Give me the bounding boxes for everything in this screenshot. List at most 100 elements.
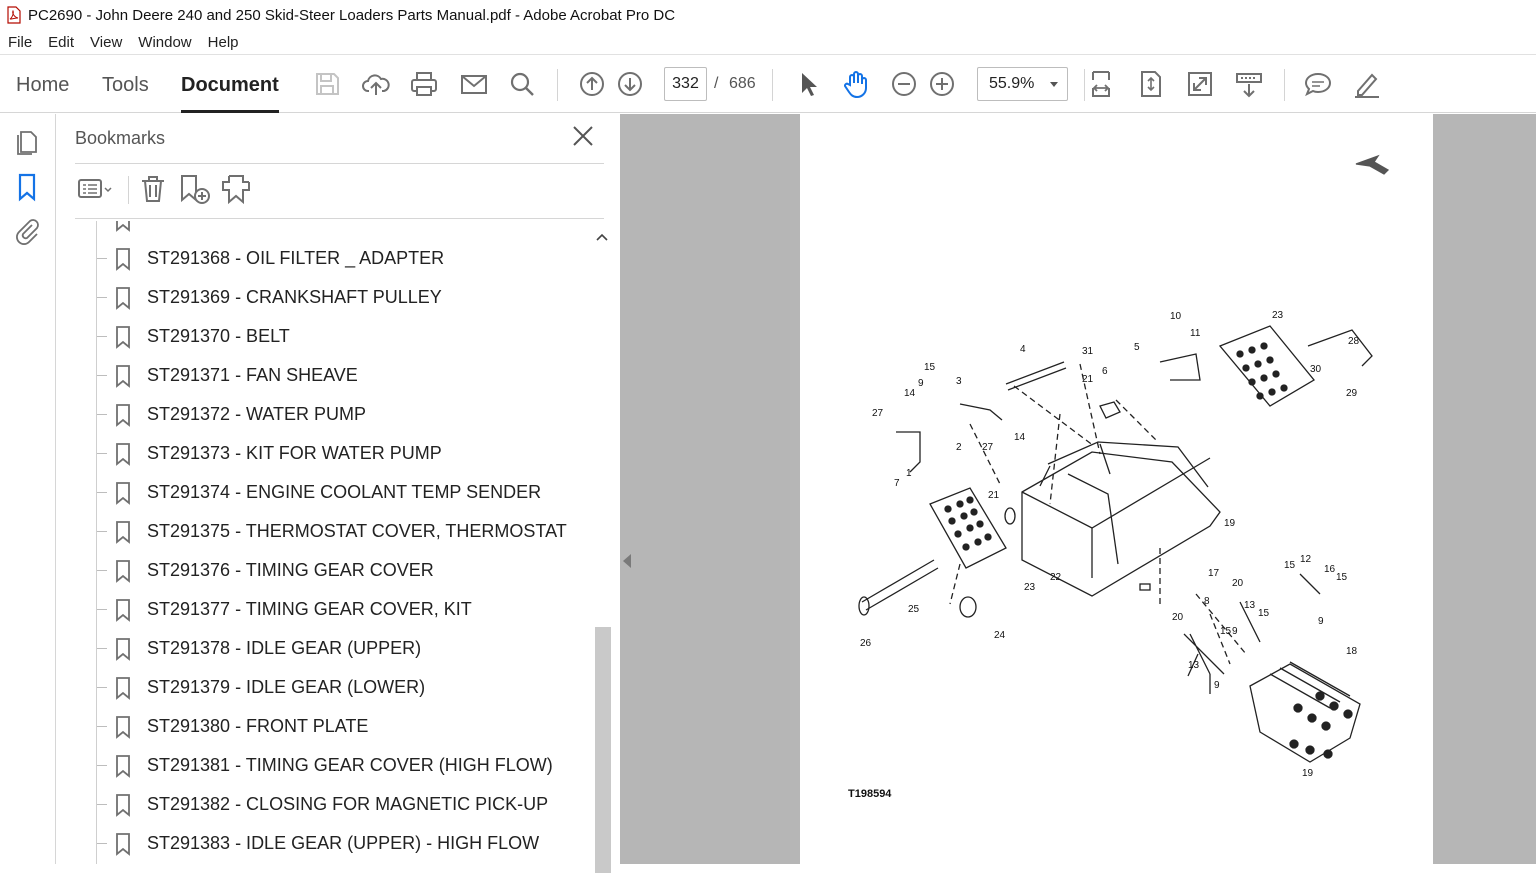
tab-tools[interactable]: Tools — [102, 55, 149, 113]
save-icon[interactable] — [310, 67, 344, 101]
bookmark-item[interactable]: ST291375 - THERMOSTAT COVER, THERMOSTAT — [97, 512, 593, 551]
bookmark-icon — [116, 481, 130, 505]
bookmark-icon — [116, 442, 130, 466]
bookmark-label: ST291370 - BELT — [147, 326, 290, 346]
title-bar: PC2690 - John Deere 240 and 250 Skid-Ste… — [0, 0, 1536, 30]
svg-text:15: 15 — [1336, 572, 1348, 583]
tree-connector — [97, 531, 107, 532]
bookmark-item[interactable]: ST291368 - OIL FILTER _ ADAPTER — [97, 239, 593, 278]
sign-icon[interactable] — [1350, 67, 1384, 101]
zoom-out-icon[interactable] — [887, 67, 921, 101]
bookmark-label: ST291368 - OIL FILTER _ ADAPTER — [147, 248, 445, 268]
bookmark-item[interactable]: ST291372 - WATER PUMP — [97, 395, 593, 434]
page-total: 686 — [729, 75, 756, 92]
bookmark-item[interactable]: ST291376 - TIMING GEAR COVER — [97, 551, 593, 590]
tree-connector — [97, 726, 107, 727]
svg-text:20: 20 — [1232, 578, 1244, 589]
scrollbar-thumb[interactable] — [595, 627, 611, 873]
svg-text:21: 21 — [988, 490, 1000, 501]
tree-connector — [97, 843, 107, 844]
scroll-mode-icon[interactable] — [1232, 67, 1266, 101]
zoom-select[interactable]: 55.9% — [977, 67, 1068, 101]
svg-text:12: 12 — [1300, 554, 1312, 565]
menu-window[interactable]: Window — [130, 34, 199, 51]
bookmark-icon — [116, 221, 130, 232]
delete-bookmark-icon[interactable] — [138, 173, 168, 205]
prev-page-icon[interactable] — [575, 67, 609, 101]
tree-connector — [97, 414, 107, 415]
email-icon[interactable] — [457, 67, 491, 101]
hand-icon[interactable] — [839, 67, 873, 101]
menu-help[interactable]: Help — [200, 34, 247, 51]
bookmark-item[interactable]: ST291377 - TIMING GEAR COVER, KIT — [97, 590, 593, 629]
bookmark-item[interactable]: ST291381 - TIMING GEAR COVER (HIGH FLOW) — [97, 746, 593, 785]
attachments-icon[interactable] — [12, 216, 42, 246]
fit-width-icon[interactable] — [1084, 67, 1118, 101]
fit-page-icon[interactable] — [1134, 67, 1168, 101]
bookmark-item[interactable]: ST291374 - ENGINE COOLANT TEMP SENDER — [97, 473, 593, 512]
bookmark-tag-icon[interactable] — [219, 173, 253, 205]
print-icon[interactable] — [407, 67, 441, 101]
page-thumbnails-icon[interactable] — [12, 126, 42, 156]
bookmark-label: ST291375 - THERMOSTAT COVER, THERMOSTAT — [147, 521, 567, 541]
tree-connector — [97, 297, 107, 298]
bookmark-item[interactable]: ST291371 - FAN SHEAVE — [97, 356, 593, 395]
bookmark-label: ST291371 - FAN SHEAVE — [147, 365, 358, 385]
svg-text:15: 15 — [1284, 560, 1296, 571]
bookmark-item[interactable]: ST291370 - BELT — [97, 317, 593, 356]
zoom-in-icon[interactable] — [925, 67, 959, 101]
bookmark-icon — [116, 325, 130, 349]
menu-file[interactable]: File — [0, 34, 40, 51]
full-screen-icon[interactable] — [1183, 67, 1217, 101]
svg-text:10: 10 — [1170, 311, 1182, 322]
svg-text:15: 15 — [1220, 626, 1232, 637]
svg-text:6: 6 — [1102, 366, 1108, 377]
page-number-input[interactable]: 332 — [664, 67, 707, 101]
svg-text:27: 27 — [872, 408, 884, 419]
next-page-icon[interactable] — [613, 67, 647, 101]
svg-text:5: 5 — [1134, 342, 1140, 353]
comment-icon[interactable] — [1301, 67, 1335, 101]
bookmark-icon — [116, 286, 130, 310]
svg-text:18: 18 — [1346, 646, 1358, 657]
svg-text:3: 3 — [956, 376, 962, 387]
bookmark-label: ST291380 - FRONT PLATE — [147, 716, 369, 736]
bookmark-item[interactable]: ST291369 - CRANKSHAFT PULLEY — [97, 278, 593, 317]
tree-connector — [97, 453, 107, 454]
svg-text:8: 8 — [1204, 596, 1210, 607]
bookmarks-panel: Bookmarks ST291368 - OIL FILTER _ ADAPTE… — [56, 114, 620, 873]
svg-text:31: 31 — [1082, 346, 1094, 357]
bookmark-label: ST291381 - TIMING GEAR COVER (HIGH FLOW) — [147, 755, 553, 775]
menu-edit[interactable]: Edit — [40, 34, 82, 51]
bookmark-item-partial[interactable] — [97, 221, 593, 239]
upload-icon[interactable] — [359, 67, 393, 101]
menu-view[interactable]: View — [82, 34, 130, 51]
document-viewer[interactable]: 10 11 23 28 30 29 4 31 5 6 21 3 15 14 9 27 2 27 14 1 7… — [620, 114, 1536, 864]
select-icon[interactable] — [790, 67, 824, 101]
bookmark-label: ST291378 - IDLE GEAR (UPPER) — [147, 638, 422, 658]
left-rail — [0, 114, 56, 864]
bookmarks-scrollbar[interactable] — [593, 221, 611, 873]
search-icon[interactable] — [505, 67, 539, 101]
close-icon[interactable] — [571, 124, 595, 148]
bookmarks-icon[interactable] — [12, 172, 42, 202]
bookmark-options-icon[interactable] — [77, 173, 115, 205]
main-toolbar: Home Tools Document 332 / 686 55.9% — [0, 54, 1536, 113]
bookmark-item[interactable]: ST291380 - FRONT PLATE — [97, 707, 593, 746]
bookmark-item[interactable]: ST291378 - IDLE GEAR (UPPER) — [97, 629, 593, 668]
svg-text:23: 23 — [1024, 582, 1036, 593]
bookmark-item[interactable]: ST291379 - IDLE GEAR (LOWER) — [97, 668, 593, 707]
bookmark-label: ST291369 - CRANKSHAFT PULLEY — [147, 287, 442, 307]
collapse-panel-icon[interactable] — [623, 554, 631, 568]
tab-document[interactable]: Document — [181, 55, 279, 113]
svg-text:29: 29 — [1346, 388, 1358, 399]
bookmark-item[interactable]: ST291373 - KIT FOR WATER PUMP — [97, 434, 593, 473]
tree-connector — [97, 492, 107, 493]
scroll-up-icon[interactable] — [596, 229, 608, 241]
new-bookmark-icon[interactable] — [178, 173, 212, 205]
bookmark-item[interactable]: ST291383 - IDLE GEAR (UPPER) - HIGH FLOW — [97, 824, 593, 863]
bookmark-item[interactable]: ST291382 - CLOSING FOR MAGNETIC PICK-UP — [97, 785, 593, 824]
tab-home[interactable]: Home — [16, 55, 69, 113]
tree-connector — [97, 375, 107, 376]
svg-text:11: 11 — [1190, 328, 1201, 339]
